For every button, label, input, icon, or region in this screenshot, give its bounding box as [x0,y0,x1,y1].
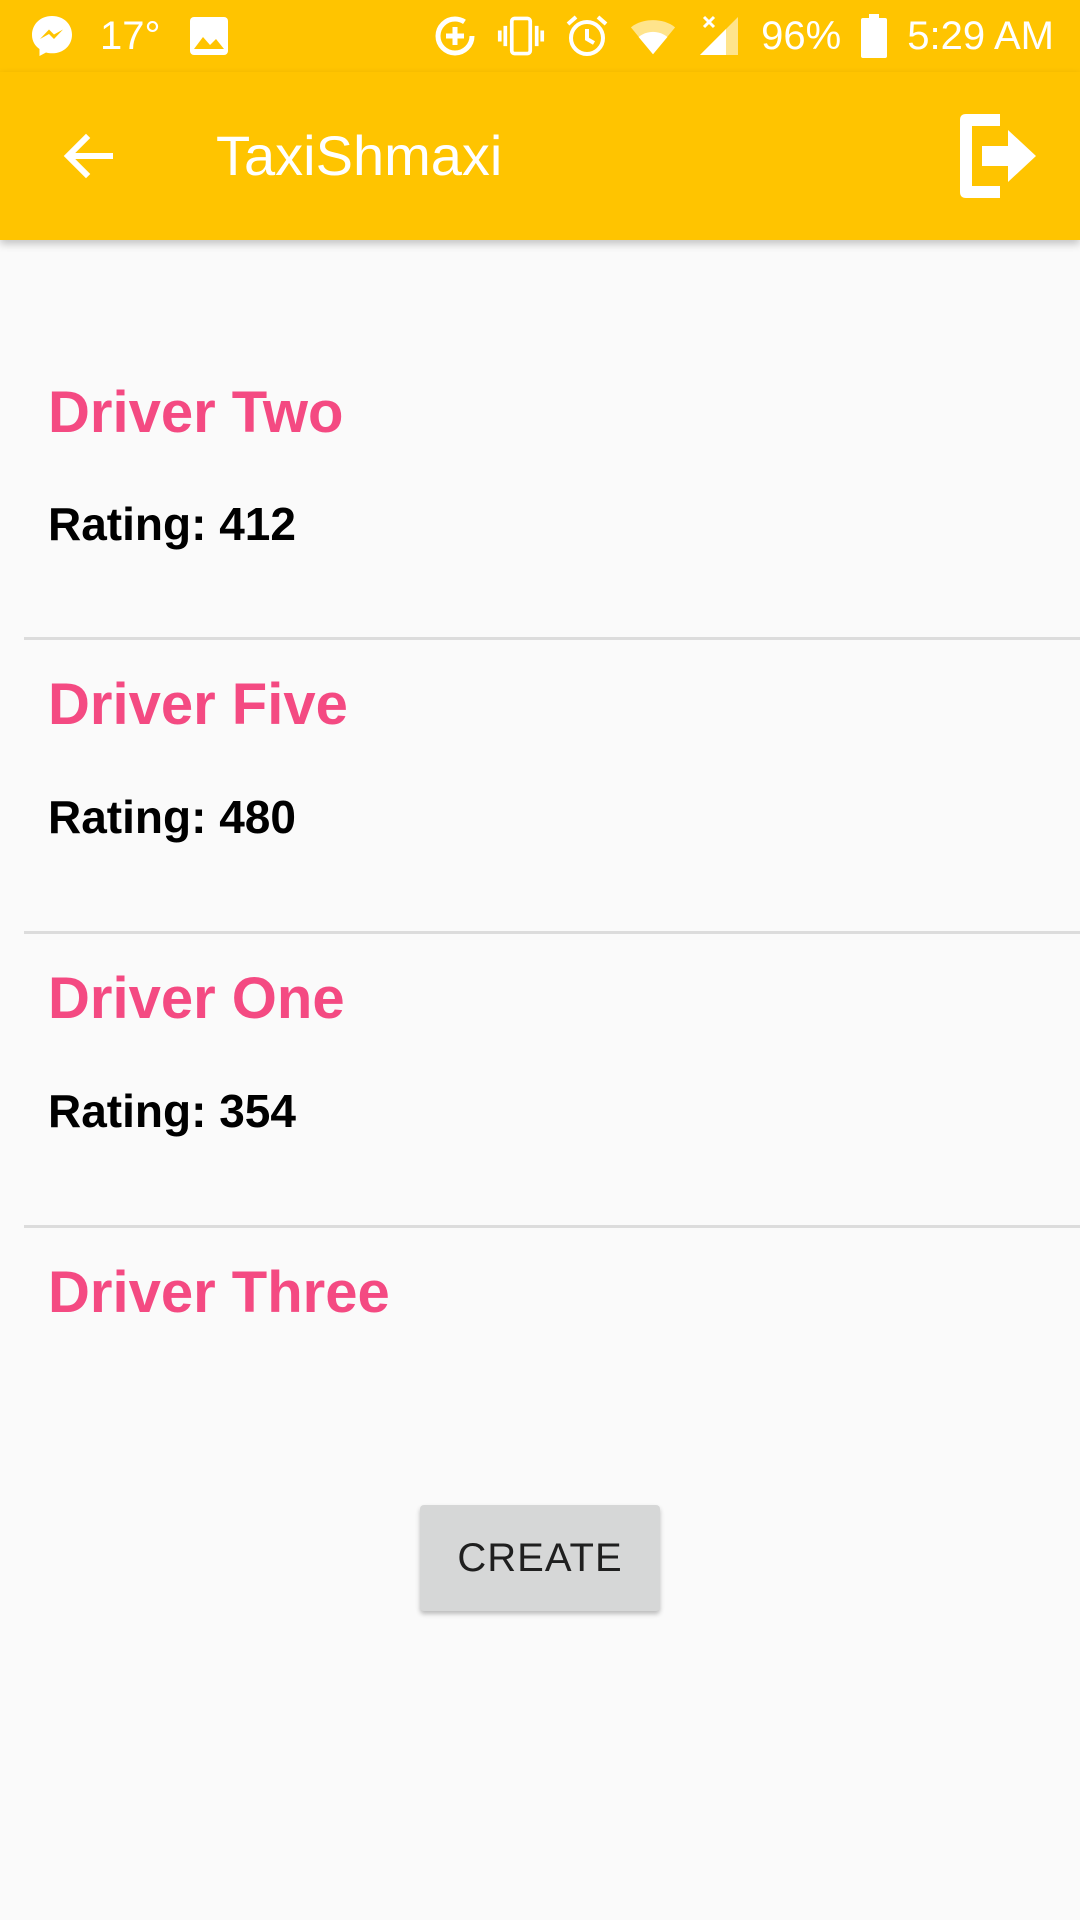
driver-name: Driver One [48,966,345,1031]
driver-name: Driver Five [48,672,348,737]
image-icon [185,12,233,60]
temperature-text: 17° [100,14,161,58]
battery-text: 96% [761,14,842,58]
logout-button[interactable] [944,102,1052,210]
driver-name: Driver Two [48,380,344,445]
screen: 17° 96% 5:29 AM TaxiShmaxi Driver Two Ra… [0,0,1080,1920]
create-button[interactable]: CREATE [420,1505,660,1611]
list-item[interactable]: Driver Five Rating: 480 [24,640,1080,932]
list-item[interactable]: Driver One Rating: 354 [24,934,1080,1226]
driver-rating: Rating: 412 [48,498,296,550]
back-button[interactable] [40,108,136,204]
messenger-icon [28,12,76,60]
app-title: TaxiShmaxi [216,124,503,187]
wifi-icon [629,12,677,60]
signal-icon [695,12,743,60]
driver-rating: Rating: 354 [48,1085,296,1137]
driver-name: Driver Three [48,1260,390,1325]
data-saver-icon [431,12,479,60]
status-left: 17° [28,0,233,72]
status-bar: 17° 96% 5:29 AM [0,0,1080,72]
battery-icon [859,12,889,60]
status-right: 96% 5:29 AM [431,0,1054,72]
app-bar: TaxiShmaxi [0,72,1080,240]
alarm-icon [563,12,611,60]
time-text: 5:29 AM [907,14,1054,58]
vibrate-icon [497,12,545,60]
logout-icon [960,114,1036,198]
driver-rating: Rating: 480 [48,791,296,843]
list-item[interactable]: Driver Two Rating: 412 [24,240,1080,638]
list-item[interactable]: Driver Three [24,1228,1080,1388]
arrow-back-icon [63,133,113,179]
